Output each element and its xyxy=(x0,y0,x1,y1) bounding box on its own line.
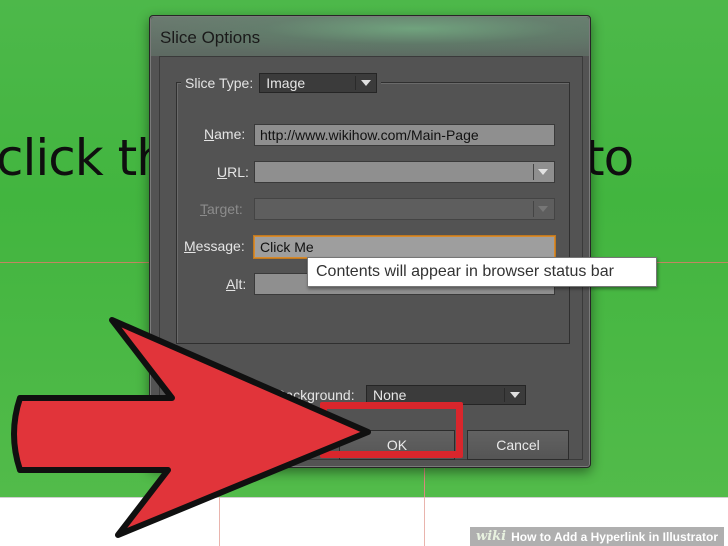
dialog-title-bar[interactable]: Slice Options xyxy=(151,17,589,56)
target-label: Target: xyxy=(200,201,243,217)
slice-type-label: Slice Type: xyxy=(185,75,254,91)
vertical-guide xyxy=(424,497,425,546)
url-combo[interactable] xyxy=(254,161,555,183)
cancel-button[interactable]: Cancel xyxy=(467,430,569,460)
slice-type-value: Image xyxy=(266,75,306,91)
canvas-text-right: to xyxy=(585,129,634,187)
wikihow-logo: wiki xyxy=(476,529,507,544)
vertical-guide xyxy=(219,497,220,546)
chevron-down-icon xyxy=(361,80,372,86)
name-input[interactable]: http://www.wikihow.com/Main-Page xyxy=(254,124,555,146)
target-combo xyxy=(254,198,555,220)
background-label: Background: xyxy=(276,387,355,403)
slice-type-select[interactable]: Image xyxy=(259,73,378,93)
message-input[interactable]: Click Me xyxy=(254,236,555,258)
message-label: Message: xyxy=(184,238,245,254)
status-bar-tooltip: Contents will appear in browser status b… xyxy=(307,257,657,287)
slice-type-legend: Slice Type: Image xyxy=(181,72,382,94)
chevron-down-icon[interactable] xyxy=(538,169,548,175)
url-label: URL: xyxy=(217,164,249,180)
slice-options-dialog: Slice Options Slice Type: Image Name: ht… xyxy=(149,15,591,468)
background-value: None xyxy=(373,387,407,403)
chevron-down-icon xyxy=(510,392,520,398)
ok-highlight-box xyxy=(320,402,463,458)
name-label: Name: xyxy=(204,126,246,142)
chevron-down-icon xyxy=(538,206,548,212)
canvas-text-left: click th xyxy=(0,129,168,187)
dialog-title: Slice Options xyxy=(160,28,261,47)
watermark-text: How to Add a Hyperlink in Illustrator xyxy=(511,529,718,544)
alt-label: Alt: xyxy=(226,276,247,292)
wikihow-watermark: wiki How to Add a Hyperlink in Illustrat… xyxy=(470,527,724,546)
